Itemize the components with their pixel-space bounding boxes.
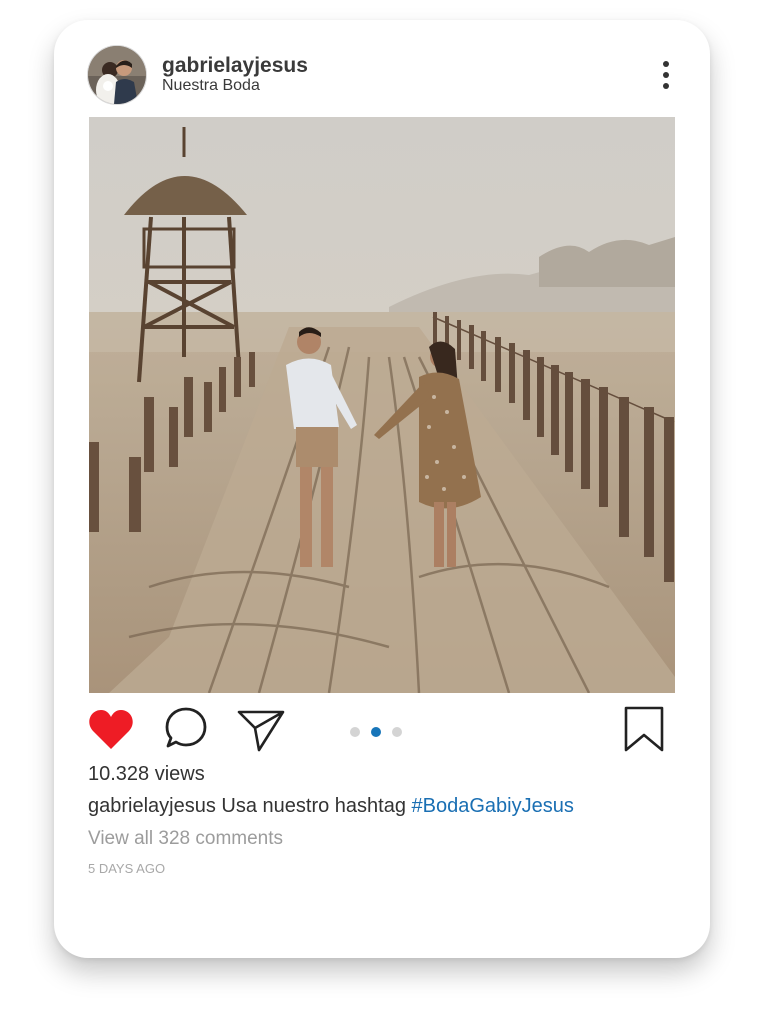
post-actions-bar <box>54 706 710 756</box>
view-all-comments-link[interactable]: View all 328 comments <box>88 828 283 850</box>
avatar[interactable] <box>87 45 147 105</box>
post-header: gabrielayjesus Nuestra Boda <box>54 20 710 120</box>
post-photo[interactable] <box>89 117 675 693</box>
more-options-button[interactable] <box>654 58 678 92</box>
carousel-dot-active <box>371 727 381 737</box>
paper-plane-icon <box>237 710 285 752</box>
share-button[interactable] <box>236 708 286 752</box>
comment-bubble-icon <box>165 707 207 748</box>
caption-hashtag[interactable]: #BodaGabiyJesus <box>412 795 574 817</box>
save-button[interactable] <box>624 706 664 752</box>
heart-icon <box>89 710 133 749</box>
carousel-dot <box>350 727 360 737</box>
username[interactable]: gabrielayjesus <box>162 54 308 78</box>
caption-text: Usa nuestro hashtag <box>215 795 412 817</box>
post-timestamp: 5 DAYS AGO <box>88 861 166 876</box>
like-button[interactable] <box>87 709 135 751</box>
carousel-dot <box>392 727 402 737</box>
location-label[interactable]: Nuestra Boda <box>162 77 260 95</box>
bookmark-icon <box>624 706 664 752</box>
more-vertical-icon <box>663 61 669 89</box>
views-count: 10.328 views <box>88 763 205 785</box>
comment-button[interactable] <box>164 706 208 750</box>
beach-couple-image <box>89 117 675 693</box>
carousel-indicator <box>350 727 410 739</box>
instagram-post-card: gabrielayjesus Nuestra Boda 10.328 views… <box>54 20 710 958</box>
avatar-photo <box>88 46 146 104</box>
caption-username[interactable]: gabrielayjesus <box>88 795 216 817</box>
post-caption: gabrielayjesus Usa nuestro hashtag #Boda… <box>88 795 574 818</box>
